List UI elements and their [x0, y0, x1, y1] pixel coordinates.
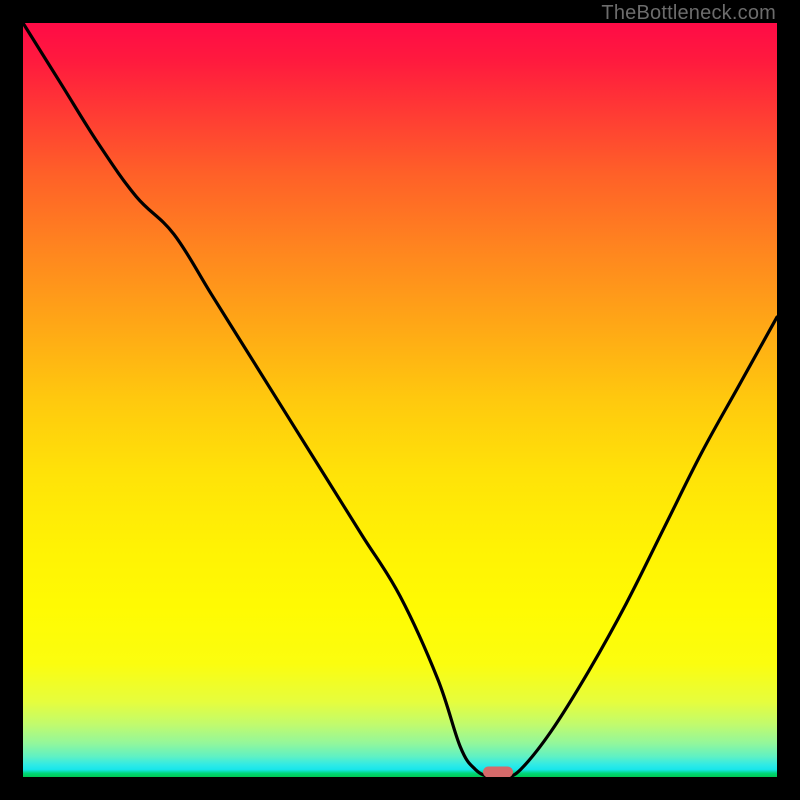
chart-frame: TheBottleneck.com: [0, 0, 800, 800]
bottleneck-curve: [23, 23, 777, 777]
optimal-marker: [483, 767, 513, 777]
plot-area: [23, 23, 777, 777]
watermark-text: TheBottleneck.com: [601, 2, 776, 25]
